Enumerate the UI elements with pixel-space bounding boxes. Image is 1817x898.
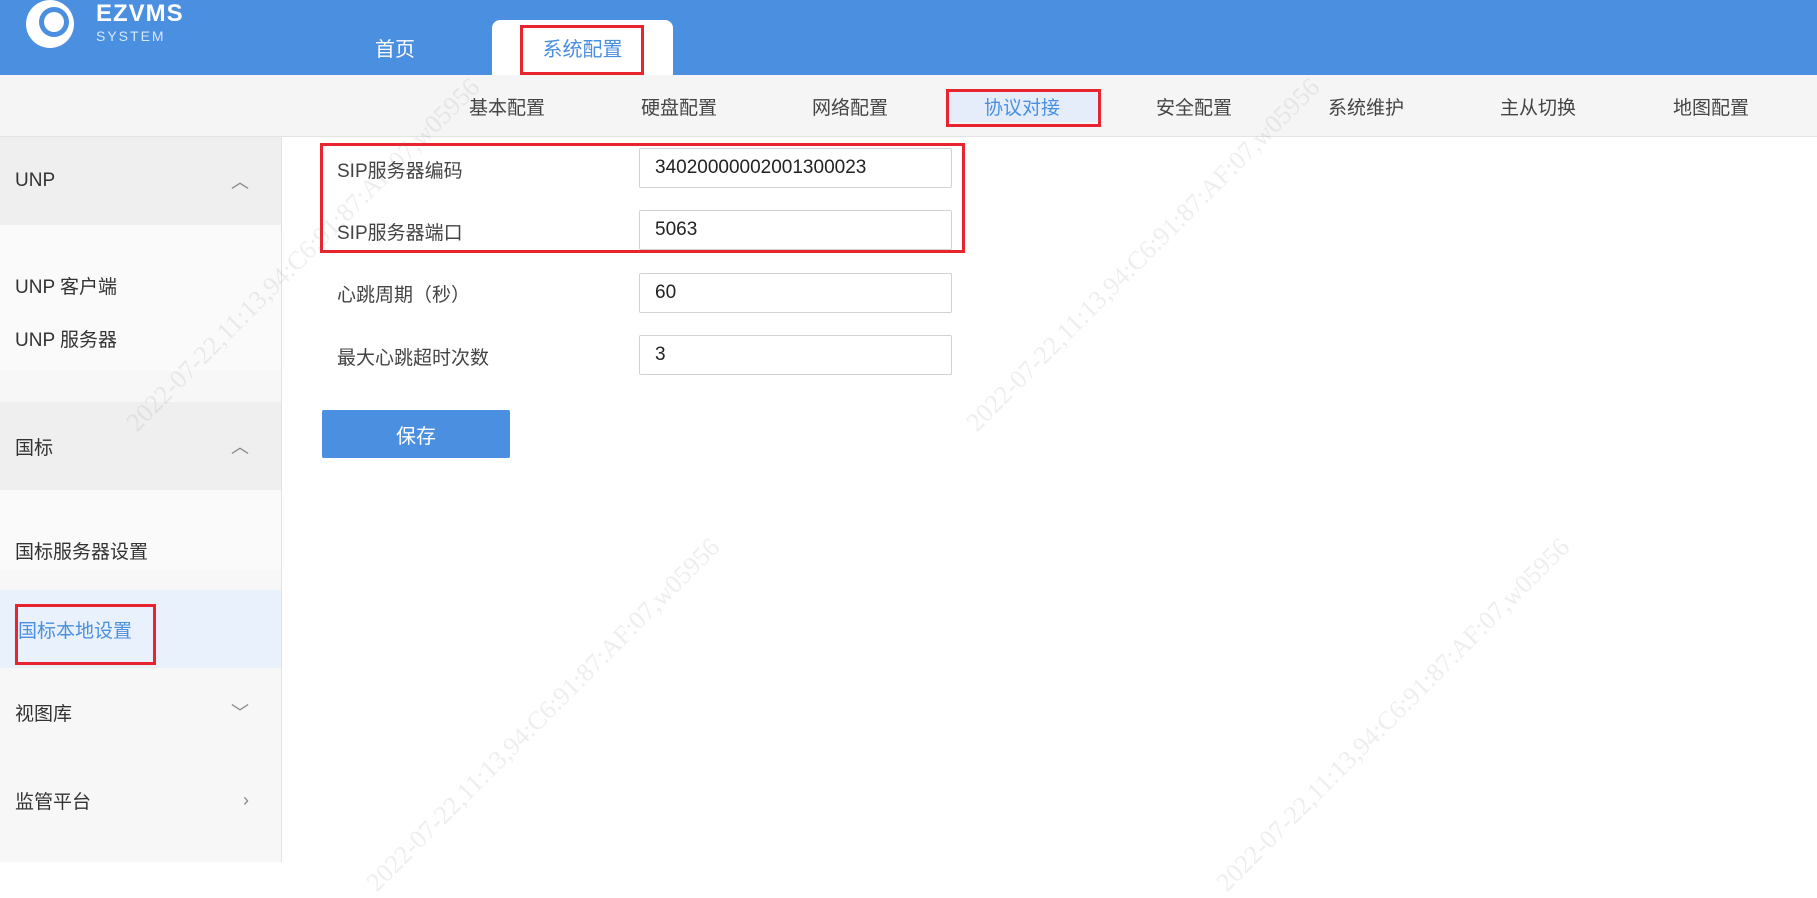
logo-name: EZVMS (96, 0, 184, 27)
sidebar-group-label: UNP (15, 170, 56, 191)
sip-server-code-label: SIP服务器编码 (337, 161, 463, 182)
tab-home[interactable]: 首页 (340, 20, 450, 75)
chevron-right-icon: › (243, 789, 249, 810)
sidebar-item-label: UNP 客户端 (15, 276, 118, 298)
subnav-system-maintenance[interactable]: 系统维护 (1306, 75, 1426, 137)
watermark: 2022-07-22,11:13,94:C6:91:87:AF:07,w0595… (1210, 532, 1576, 897)
heartbeat-period-label: 心跳周期（秒） (337, 285, 471, 306)
sidebar-item-label: 国标服务器设置 (15, 541, 149, 563)
sidebar-group-label: 视图库 (15, 703, 73, 725)
subnav-basic-config[interactable]: 基本配置 (447, 75, 567, 137)
chevron-down-icon: ﹀ (231, 703, 249, 723)
subnav-master-slave-switch[interactable]: 主从切换 (1478, 75, 1598, 137)
watermark: 2022-07-22,11:13,94:C6:91:87:AF:07,w0595… (360, 532, 726, 897)
ezvms-logo-icon (26, 0, 74, 48)
sidebar-group-label: 国标 (15, 437, 54, 459)
sidebar-group-gb[interactable]: 国标 ︿ (0, 402, 281, 490)
sidebar-item-unp-server[interactable]: UNP 服务器 (0, 305, 281, 371)
save-button[interactable]: 保存 (322, 410, 510, 458)
subnav-protocol-integration[interactable]: 协议对接 (947, 90, 1097, 122)
logo: EZVMS SYSTEM (24, 0, 184, 60)
sidebar-group-view-library[interactable]: 视图库 ﹀ (0, 668, 281, 756)
sidebar-item-label: UNP 服务器 (15, 329, 118, 351)
sidebar-group-label: 监管平台 (15, 791, 92, 813)
sub-nav: 基本配置 硬盘配置 网络配置 协议对接 安全配置 系统维护 主从切换 地图配置 (0, 75, 1817, 137)
subnav-security-config[interactable]: 安全配置 (1134, 75, 1254, 137)
tab-system-config[interactable]: 系统配置 (492, 20, 673, 75)
subnav-network-config[interactable]: 网络配置 (790, 75, 910, 137)
sidebar-group-supervision-platform[interactable]: 监管平台 › (0, 756, 281, 844)
sip-server-port-label: SIP服务器端口 (337, 223, 463, 244)
sidebar-item-label: 国标本地设置 (18, 620, 133, 642)
sip-server-code-input[interactable] (639, 148, 952, 188)
sidebar: UNP ︿ UNP 客户端 UNP 服务器 国标 ︿ 国标服务器设置 国标本地设… (0, 137, 282, 862)
sidebar-group-unp[interactable]: UNP ︿ (0, 137, 281, 225)
heartbeat-period-input[interactable] (639, 273, 952, 313)
chevron-up-icon: ︿ (231, 437, 249, 457)
sidebar-item-gb-local-settings[interactable]: 国标本地设置 (0, 590, 281, 668)
subnav-map-config[interactable]: 地图配置 (1651, 75, 1771, 137)
subnav-disk-config[interactable]: 硬盘配置 (619, 75, 739, 137)
chevron-up-icon: ︿ (231, 172, 249, 192)
sidebar-item-unp-client[interactable]: UNP 客户端 (0, 225, 281, 305)
max-heartbeat-timeout-label: 最大心跳超时次数 (337, 348, 490, 369)
top-header: EZVMS SYSTEM 首页 系统配置 (0, 0, 1817, 75)
sip-server-port-input[interactable] (639, 210, 952, 250)
max-heartbeat-timeout-input[interactable] (639, 335, 952, 375)
sidebar-item-gb-server-settings[interactable]: 国标服务器设置 (0, 490, 281, 570)
logo-subtitle: SYSTEM (96, 28, 166, 44)
